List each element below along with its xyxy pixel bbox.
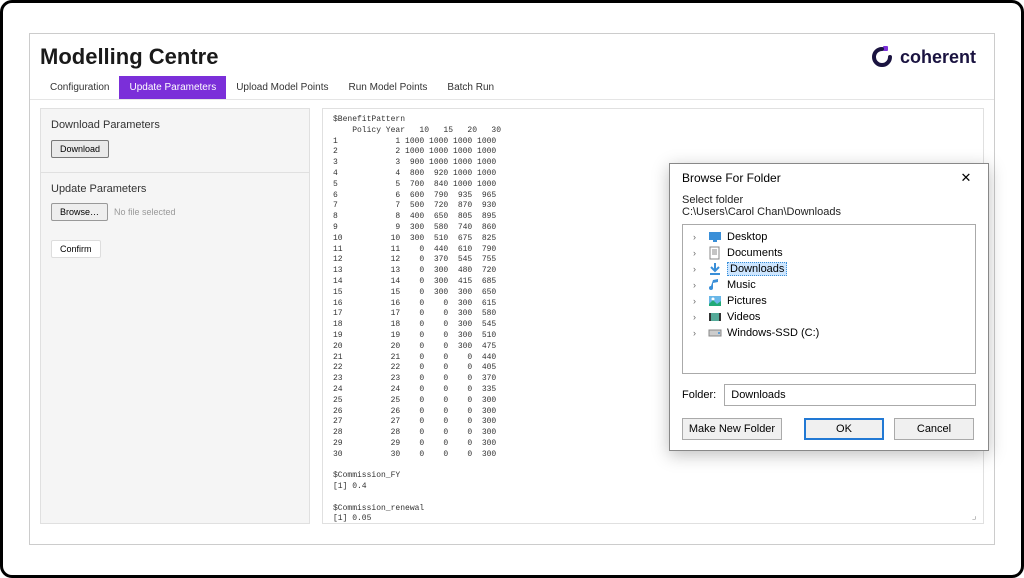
documents-icon (707, 246, 723, 260)
videos-icon (707, 310, 723, 324)
tree-item-label: Downloads (727, 262, 787, 276)
drive-icon (707, 326, 723, 340)
brand-logo: coherent (870, 45, 976, 69)
folder-input[interactable] (724, 384, 976, 406)
tabs: Configuration Update Parameters Upload M… (30, 76, 994, 100)
tree-item-label: Music (727, 279, 756, 291)
browse-folder-dialog: Browse For Folder ✕ Select folder C:\Use… (669, 163, 989, 451)
download-params-title: Download Parameters (51, 119, 299, 131)
chevron-right-icon[interactable]: › (693, 232, 703, 242)
close-icon[interactable]: ✕ (952, 170, 980, 186)
chevron-right-icon[interactable]: › (693, 296, 703, 306)
confirm-button[interactable]: Confirm (51, 240, 101, 258)
download-button[interactable]: Download (51, 140, 109, 158)
tree-item-label: Desktop (727, 231, 767, 243)
folder-label: Folder: (682, 389, 716, 401)
left-panel: Download Parameters Download Update Para… (40, 108, 310, 524)
folder-tree[interactable]: › Desktop › Documents › Downloads › Musi… (682, 224, 976, 374)
header: Modelling Centre coherent (30, 34, 994, 76)
tree-item-music[interactable]: › Music (683, 277, 975, 293)
folder-input-row: Folder: (682, 384, 976, 406)
update-params-title: Update Parameters (51, 183, 299, 195)
tree-item-downloads[interactable]: › Downloads (683, 261, 975, 277)
tree-item-drive-c[interactable]: › Windows-SSD (C:) (683, 325, 975, 341)
desktop-icon (707, 230, 723, 244)
tab-run-model-points[interactable]: Run Model Points (338, 76, 437, 99)
tree-item-documents[interactable]: › Documents (683, 245, 975, 261)
chevron-right-icon[interactable]: › (693, 328, 703, 338)
music-icon (707, 278, 723, 292)
tree-item-label: Documents (727, 247, 783, 259)
make-new-folder-button[interactable]: Make New Folder (682, 418, 782, 440)
coherent-logo-icon (870, 45, 894, 69)
page-title: Modelling Centre (40, 44, 218, 70)
divider (41, 172, 309, 173)
brand-name: coherent (900, 47, 976, 68)
chevron-right-icon[interactable]: › (693, 264, 703, 274)
tree-item-pictures[interactable]: › Pictures (683, 293, 975, 309)
dialog-buttons: Make New Folder OK Cancel (682, 418, 976, 440)
output-text: $BenefitPattern Policy Year 10 15 20 30 … (333, 115, 501, 524)
ok-button[interactable]: OK (804, 418, 884, 440)
tab-configuration[interactable]: Configuration (40, 76, 119, 99)
chevron-right-icon[interactable]: › (693, 248, 703, 258)
resize-handle-icon[interactable]: ⌟ (971, 511, 981, 521)
cancel-button[interactable]: Cancel (894, 418, 974, 440)
tab-update-parameters[interactable]: Update Parameters (119, 76, 226, 99)
dialog-body: Select folder C:\Users\Carol Chan\Downlo… (670, 190, 988, 450)
tree-item-label: Pictures (727, 295, 767, 307)
chevron-right-icon[interactable]: › (693, 312, 703, 322)
current-path: C:\Users\Carol Chan\Downloads (682, 206, 976, 218)
select-folder-label: Select folder (682, 194, 976, 206)
tree-item-label: Videos (727, 311, 760, 323)
file-status: No file selected (114, 207, 176, 217)
file-picker-row: Browse… No file selected (51, 203, 299, 221)
chevron-right-icon[interactable]: › (693, 280, 703, 290)
tree-item-label: Windows-SSD (C:) (727, 327, 819, 339)
tab-upload-model-points[interactable]: Upload Model Points (226, 76, 338, 99)
pictures-icon (707, 294, 723, 308)
tree-item-desktop[interactable]: › Desktop (683, 229, 975, 245)
tab-batch-run[interactable]: Batch Run (437, 76, 504, 99)
downloads-icon (707, 262, 723, 276)
tree-item-videos[interactable]: › Videos (683, 309, 975, 325)
browse-button[interactable]: Browse… (51, 203, 108, 221)
dialog-titlebar: Browse For Folder ✕ (670, 164, 988, 190)
dialog-title: Browse For Folder (682, 171, 781, 185)
